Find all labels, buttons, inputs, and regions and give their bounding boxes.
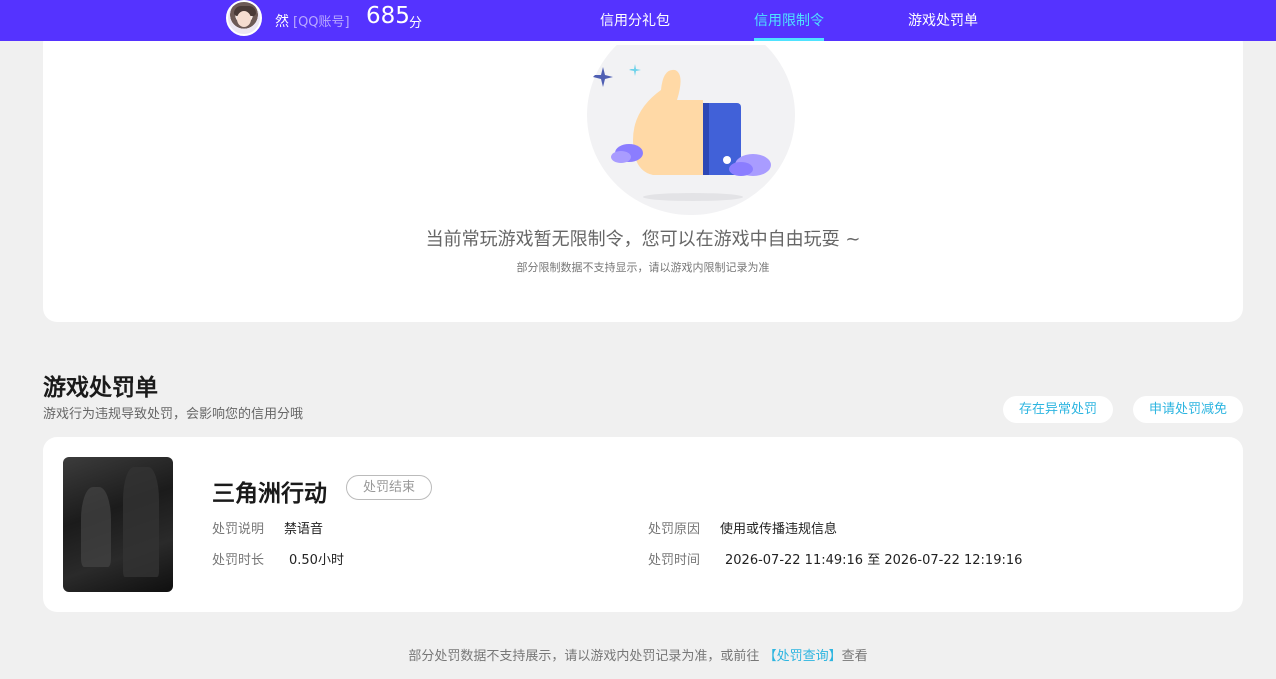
penalty-desc-value: 禁语音: [284, 522, 324, 537]
footer-note: 部分处罚数据不支持展示，请以游戏内处罚记录为准，或前往 【处罚查询】查看: [0, 645, 1276, 664]
account-type-label: [QQ账号]: [293, 15, 350, 30]
penalty-duration-label: 处罚时长: [212, 553, 265, 568]
penalty-section-title: 游戏处罚单: [43, 375, 158, 401]
penalty-time-label: 处罚时间: [648, 553, 701, 568]
apply-penalty-reduction-button[interactable]: 申请处罚减免: [1133, 396, 1243, 423]
penalty-duration-value: 0.50小时: [289, 553, 344, 568]
penalty-status-badge: 处罚结束: [346, 475, 432, 500]
restriction-card: 当前常玩游戏暂无限制令，您可以在游戏中自由玩耍 ~ 部分限制数据不支持显示，请以…: [43, 30, 1243, 322]
thumbs-up-illustration: [587, 45, 795, 215]
footer-note-suffix: 查看: [841, 649, 868, 664]
tab-game-penalty[interactable]: 游戏处罚单: [908, 10, 978, 30]
penalty-section-subtitle: 游戏行为违规导致处罚，会影响您的信用分哦: [43, 407, 304, 422]
user-avatar[interactable]: [226, 0, 262, 36]
footer-note-prefix: 部分处罚数据不支持展示，请以游戏内处罚记录为准，或前往: [408, 649, 760, 664]
penalty-desc-label: 处罚说明: [212, 522, 265, 537]
credit-score-value: 685: [366, 3, 410, 29]
penalty-time-value: 2026-07-22 11:49:16 至 2026-07-22 12:19:1…: [725, 553, 1023, 568]
tab-credit-gift[interactable]: 信用分礼包: [600, 10, 670, 30]
top-nav-bar: 然 [QQ账号] 685 分 信用分礼包 信用限制令 游戏处罚单: [0, 0, 1276, 41]
abnormal-penalty-button[interactable]: 存在异常处罚: [1003, 396, 1113, 423]
active-tab-indicator: [754, 38, 824, 41]
penalty-record-card: 三角洲行动 处罚结束 处罚说明 禁语音 处罚时长 0.50小时 处罚原因 使用或…: [43, 437, 1243, 612]
game-cover-image: [63, 457, 173, 592]
tab-credit-restriction[interactable]: 信用限制令: [754, 10, 824, 30]
avatar-face: [237, 11, 251, 27]
empty-state-title: 当前常玩游戏暂无限制令，您可以在游戏中自由玩耍 ~: [425, 229, 861, 250]
empty-state-subtitle: 部分限制数据不支持显示，请以游戏内限制记录为准: [516, 261, 770, 274]
penalty-reason-label: 处罚原因: [648, 522, 701, 537]
cover-figure: [81, 487, 111, 567]
penalty-reason-value: 使用或传播违规信息: [720, 522, 838, 537]
user-name: 然: [275, 14, 289, 30]
game-name: 三角洲行动: [212, 481, 327, 507]
credit-score-unit: 分: [409, 16, 423, 31]
penalty-query-link[interactable]: 【处罚查询】: [764, 649, 842, 664]
cover-figure: [123, 467, 159, 577]
